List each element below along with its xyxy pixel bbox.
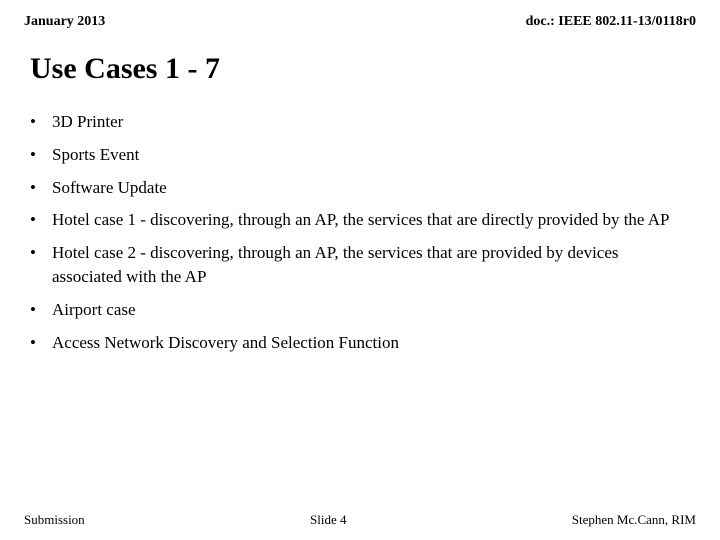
list-item: •Airport case [30, 298, 690, 322]
header-doc: doc.: IEEE 802.11-13/0118r0 [526, 14, 696, 30]
list-item: •3D Printer [30, 110, 690, 134]
bullet-icon: • [30, 143, 52, 167]
bullet-text: Sports Event [52, 143, 690, 167]
slide-footer: Submission Slide 4 Stephen Mc.Cann, RIM [0, 504, 720, 540]
bullet-icon: • [30, 110, 52, 134]
bullet-text: 3D Printer [52, 110, 690, 134]
list-item: •Hotel case 2 - discovering, through an … [30, 241, 690, 289]
bullet-icon: • [30, 208, 52, 232]
main-content: Use Cases 1 - 7 •3D Printer•Sports Event… [0, 38, 720, 504]
slide-header: January 2013 doc.: IEEE 802.11-13/0118r0 [0, 0, 720, 38]
footer-author: Stephen Mc.Cann, RIM [572, 512, 696, 528]
bullet-icon: • [30, 176, 52, 200]
list-item: •Sports Event [30, 143, 690, 167]
footer-slide-number: Slide 4 [310, 512, 346, 528]
header-date: January 2013 [24, 14, 105, 30]
list-item: •Software Update [30, 176, 690, 200]
bullet-text: Airport case [52, 298, 690, 322]
list-item: •Hotel case 1 - discovering, through an … [30, 208, 690, 232]
page-title: Use Cases 1 - 7 [30, 52, 690, 86]
bullet-text: Hotel case 2 - discovering, through an A… [52, 241, 690, 289]
bullet-icon: • [30, 298, 52, 322]
list-item: •Access Network Discovery and Selection … [30, 331, 690, 355]
bullet-text: Access Network Discovery and Selection F… [52, 331, 690, 355]
footer-submission: Submission [24, 512, 85, 528]
bullet-icon: • [30, 241, 52, 265]
bullet-list: •3D Printer•Sports Event•Software Update… [30, 110, 690, 363]
bullet-text: Hotel case 1 - discovering, through an A… [52, 208, 690, 232]
bullet-text: Software Update [52, 176, 690, 200]
bullet-icon: • [30, 331, 52, 355]
slide: January 2013 doc.: IEEE 802.11-13/0118r0… [0, 0, 720, 540]
